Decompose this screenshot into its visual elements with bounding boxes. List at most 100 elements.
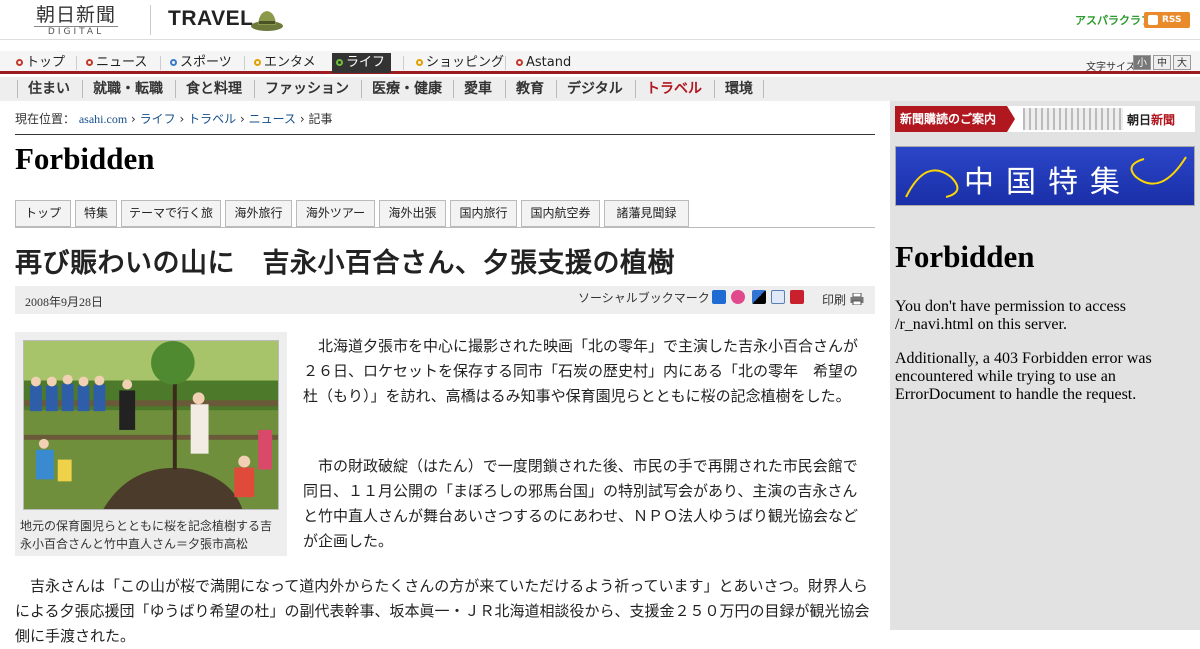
asahi-shimbun-logo: 朝日新聞 <box>1127 113 1176 127</box>
logo-sub-text: DIGITAL <box>34 26 118 38</box>
tab-shohan-kenbunroku[interactable]: 諸藩見聞録 <box>604 200 689 227</box>
china-feature-banner[interactable]: 中国特集 <box>895 146 1195 206</box>
subnav-item-fashion[interactable]: ファッション <box>254 80 359 98</box>
nav-divider <box>244 56 245 70</box>
subnav-item-car[interactable]: 愛車 <box>453 80 502 98</box>
print-link[interactable]: 印刷 <box>822 291 846 308</box>
travel-section-title[interactable]: TRAVEL <box>168 7 253 31</box>
subnav-item-health[interactable]: 医療・健康 <box>361 80 452 98</box>
asahi-digital-logo[interactable]: 朝日新聞 DIGITAL <box>26 4 126 38</box>
subnav-item-food[interactable]: 食と料理 <box>175 80 252 98</box>
gnav-item-top[interactable]: トップ <box>14 53 65 73</box>
gnav-item-entame[interactable]: エンタメ <box>252 53 316 73</box>
breadcrumb-link-news[interactable]: ニュース <box>249 112 296 126</box>
breadcrumb-prefix: 現在位置： <box>15 112 76 126</box>
bullet-icon <box>416 59 423 66</box>
sub-nav: 住まい 就職・転職 食と料理 ファッション 医療・健康 愛車 教育 デジタル ト… <box>0 77 1200 101</box>
chevron-right-icon: › <box>239 112 245 126</box>
article-headline: 再び賑わいの山に 吉永小百合さん、夕張支援の植樹 <box>15 248 675 279</box>
livedoor-clip-icon[interactable] <box>771 290 785 304</box>
subnav-item-sumai[interactable]: 住まい <box>17 80 80 98</box>
buzzurl-icon[interactable] <box>731 290 745 304</box>
breadcrumb-link-life[interactable]: ライフ <box>140 112 176 126</box>
social-bookmark-label: ソーシャルブックマーク <box>578 291 710 305</box>
subnav-item-education[interactable]: 教育 <box>505 80 554 98</box>
bullet-icon <box>86 59 93 66</box>
article-photo-box: 地元の保育園児らとともに桜を記念植樹する吉永小百合さんと竹中直人さん＝夕張市高松 <box>15 332 287 556</box>
gnav-label: ニュース <box>96 55 148 70</box>
bullet-icon <box>170 59 177 66</box>
nav-divider <box>505 56 506 70</box>
nav-divider <box>76 56 77 70</box>
delicious-icon[interactable] <box>752 290 766 304</box>
subscription-banner-label: 新聞購読のご案内 <box>895 106 1015 132</box>
article-paragraph: 市の財政破綻（はたん）で一度閉鎖された後、市民の手で再開された市民会館で同日、１… <box>303 457 859 550</box>
forbidden-heading-side: Forbidden <box>895 239 1035 274</box>
header-divider <box>150 5 151 35</box>
chevron-right-icon: › <box>131 112 136 126</box>
rss-label: RSS <box>1162 15 1182 25</box>
gnav-label: トップ <box>26 55 66 70</box>
rss-icon <box>1148 15 1158 25</box>
forbidden-message-2: Additionally, a 403 Forbidden error was … <box>895 350 1152 403</box>
bullet-icon <box>336 59 343 66</box>
gnav-item-shopping[interactable]: ショッピング <box>414 53 504 73</box>
section-rule <box>15 134 875 135</box>
global-nav: トップ ニュース スポーツ エンタメ ライフ ショッピング Astand 文字サ… <box>0 51 1200 74</box>
tab-domestic-flights[interactable]: 国内航空券 <box>521 200 600 227</box>
bullet-icon <box>16 59 23 66</box>
tab-business-trip[interactable]: 海外出張 <box>379 200 446 227</box>
site-header: 朝日新聞 DIGITAL TRAVEL アスパラクラブ RSS <box>0 0 1200 40</box>
printer-icon[interactable] <box>850 293 864 305</box>
gnav-label: Astand <box>526 55 572 70</box>
gnav-item-astand[interactable]: Astand <box>514 53 571 73</box>
subnav-item-environment[interactable]: 環境 <box>714 80 764 98</box>
safari-hat-icon <box>251 11 283 31</box>
nav-divider <box>403 56 404 70</box>
breadcrumb-current: 記事 <box>308 112 333 126</box>
breadcrumb-link-travel[interactable]: トラベル <box>188 112 236 126</box>
logo-main-text: 朝日新聞 <box>35 4 116 26</box>
subnav-item-shushoku[interactable]: 就職・転職 <box>82 80 173 98</box>
breadcrumb-link-home[interactable]: asahi.com <box>79 112 127 126</box>
gnav-item-life[interactable]: ライフ <box>332 53 392 73</box>
newsing-icon[interactable] <box>790 290 804 304</box>
right-sidebar: 新聞購読のご案内 朝日新聞 中国特集 Forbidden You don't h… <box>890 101 1200 630</box>
font-size-large-button[interactable]: 大 <box>1173 55 1191 70</box>
gnav-item-news[interactable]: ニュース <box>84 53 147 73</box>
article-paragraph: 北海道夕張市を中心に撮影された映画「北の零年」で主演した吉永小百合さんが２６日、… <box>303 337 859 405</box>
china-feature-text: 中国特集 <box>964 165 1132 200</box>
tab-overseas-travel[interactable]: 海外旅行 <box>225 200 292 227</box>
article-paragraph: 吉永さんは「この山が桜で満開になって道内外からたくさんの方が来ていただけるよう祈… <box>15 577 870 645</box>
breadcrumb: 現在位置： asahi.com › ライフ › トラベル › ニュース › 記事 <box>15 110 333 127</box>
article-photo[interactable] <box>23 340 279 510</box>
gnav-label: ライフ <box>346 55 386 70</box>
section-tabs: トップ 特集 テーマで行く旅 海外旅行 海外ツアー 海外出張 国内旅行 国内航空… <box>15 200 875 228</box>
font-size-small-button[interactable]: 小 <box>1133 55 1151 70</box>
tab-theme-travel[interactable]: テーマで行く旅 <box>121 200 221 227</box>
nav-divider <box>160 56 161 70</box>
asupara-club-link[interactable]: アスパラクラブ <box>1075 12 1152 28</box>
gnav-item-sports[interactable]: スポーツ <box>168 53 232 73</box>
subnav-item-travel[interactable]: トラベル <box>635 80 712 98</box>
bullet-icon <box>516 59 523 66</box>
tab-top[interactable]: トップ <box>15 200 71 227</box>
forbidden-message-1: You don't have permission to access /r_n… <box>895 298 1127 333</box>
rss-button[interactable]: RSS <box>1144 12 1190 28</box>
subnav-item-digital[interactable]: デジタル <box>556 80 633 98</box>
bullet-icon <box>254 59 261 66</box>
gnav-label: ショッピング <box>426 55 505 70</box>
photo-caption: 地元の保育園児らとともに桜を記念植樹する吉永小百合さんと竹中直人さん＝夕張市高松 <box>20 519 273 551</box>
hatena-bookmark-icon[interactable] <box>712 290 726 304</box>
gnav-label: エンタメ <box>264 55 316 70</box>
chevron-right-icon: › <box>179 112 185 126</box>
tab-domestic-travel[interactable]: 国内旅行 <box>450 200 517 227</box>
tab-overseas-tour[interactable]: 海外ツアー <box>296 200 375 227</box>
newspaper-image <box>1023 108 1123 130</box>
font-size-medium-button[interactable]: 中 <box>1153 55 1171 70</box>
article-meta-bar: 2008年9月28日 ソーシャルブックマーク 印刷 <box>15 286 875 314</box>
gnav-label: スポーツ <box>180 55 232 70</box>
forbidden-heading-main: Forbidden <box>15 141 155 176</box>
tab-feature[interactable]: 特集 <box>75 200 117 227</box>
subscription-banner[interactable]: 新聞購読のご案内 朝日新聞 <box>895 106 1195 132</box>
